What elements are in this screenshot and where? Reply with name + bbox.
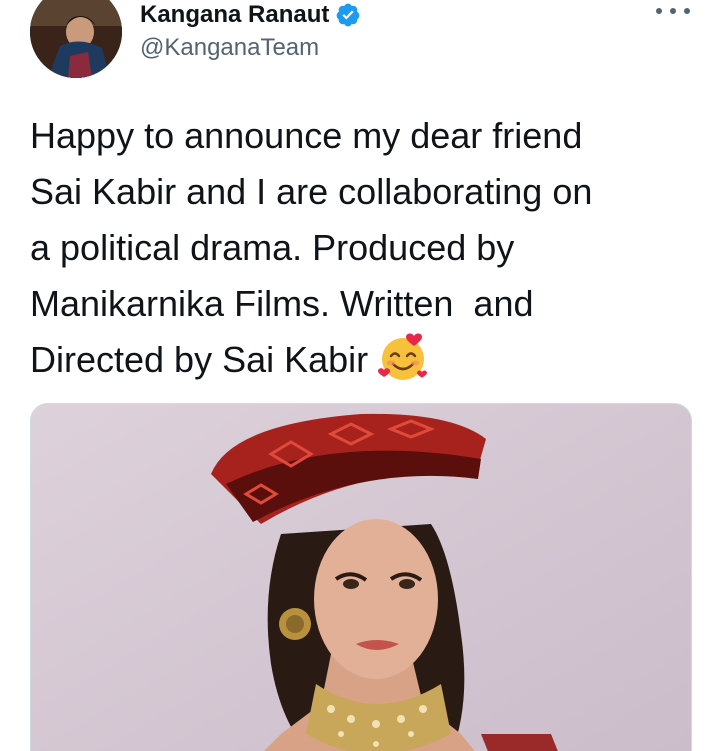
smiling-face-with-hearts-icon (378, 333, 428, 381)
tweet-text-line: Sai Kabir and I are collaborating on (30, 171, 593, 212)
tweet-text-line: a political drama. Produced by (30, 227, 515, 268)
author-handle[interactable]: @KanganaTeam (140, 34, 319, 62)
tweet-card: Kangana Ranaut @KanganaTeam Happy to ann… (0, 0, 719, 751)
tweet-text: Happy to announce my dear friend Sai Kab… (30, 108, 700, 388)
more-dot (670, 8, 676, 14)
more-dot (656, 8, 662, 14)
author-name-row[interactable]: Kangana Ranaut (140, 0, 361, 30)
tweet-media-image[interactable] (30, 403, 692, 751)
tweet-text-last-line: Directed by Sai Kabir (30, 332, 700, 388)
more-dot (684, 8, 690, 14)
avatar-image (30, 0, 122, 78)
tweet-text-line: Manikarnika Films. Written and (30, 283, 534, 324)
media-photo (31, 404, 691, 751)
avatar[interactable] (30, 0, 122, 78)
tweet-text-line: Happy to announce my dear friend (30, 115, 583, 156)
tweet-text-line: Directed by Sai Kabir (30, 339, 369, 380)
author-display-name[interactable]: Kangana Ranaut (140, 1, 329, 29)
verified-badge-icon (337, 3, 360, 27)
more-options-icon[interactable] (656, 0, 690, 22)
